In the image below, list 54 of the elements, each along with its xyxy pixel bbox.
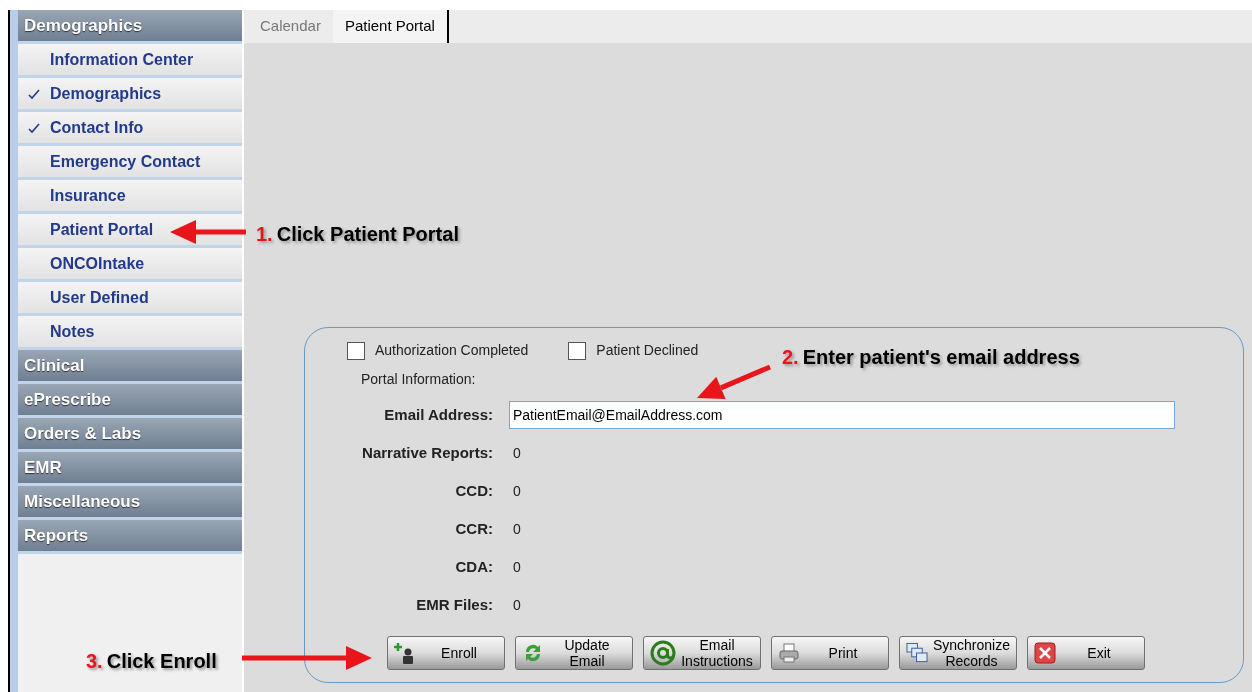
action-button[interactable]: Synchronize Records xyxy=(899,636,1017,670)
windows-icon xyxy=(906,642,929,664)
field-label: CCD: xyxy=(454,480,493,501)
sidebar-item-label: Patient Portal xyxy=(50,219,154,240)
step-number: 1. xyxy=(256,222,273,247)
field-label: Narrative Reports: xyxy=(361,442,493,463)
action-button[interactable]: Print xyxy=(771,636,889,670)
checkbox-label: Patient Declined xyxy=(596,341,699,360)
sidebar-item-label: Insurance xyxy=(50,185,126,206)
close-icon xyxy=(1034,642,1056,664)
sidebar-item[interactable]: Insurance xyxy=(18,180,242,214)
field-value: 0 xyxy=(513,595,521,615)
tab[interactable]: Calendar xyxy=(248,10,333,43)
field-label: EMR Files: xyxy=(415,594,493,615)
action-button[interactable]: Enroll xyxy=(387,636,505,670)
sidebar-item[interactable]: Patient Portal xyxy=(18,214,242,248)
callout-text: Enter patient's email address xyxy=(802,345,1080,370)
sidebar-item[interactable]: Contact Info xyxy=(18,112,242,146)
callout-text: Click Enroll xyxy=(106,649,217,674)
field-label: CDA: xyxy=(454,556,493,577)
field-value: 0 xyxy=(513,481,521,501)
sidebar-item-label: Information Center xyxy=(50,49,194,70)
person-add-icon xyxy=(394,642,416,664)
action-button[interactable]: Exit xyxy=(1027,636,1145,670)
checkbox[interactable] xyxy=(568,341,587,360)
sidebar-item[interactable]: Demographics xyxy=(18,78,242,112)
action-button[interactable]: Update Email xyxy=(515,636,633,670)
at-sign-icon xyxy=(650,640,676,666)
checkbox-label: Authorization Completed xyxy=(375,341,529,360)
section-label: Portal Information: xyxy=(361,370,476,389)
field-value: 0 xyxy=(513,519,521,539)
sidebar-item[interactable]: ONCOIntake xyxy=(18,248,242,282)
field-label: Email Address: xyxy=(383,404,493,425)
sidebar-item-label: Notes xyxy=(50,321,95,342)
sidebar-item-label: Contact Info xyxy=(50,117,144,138)
sidebar-item[interactable]: Emergency Contact xyxy=(18,146,242,180)
sidebar-item-label: User Defined xyxy=(50,287,149,308)
sidebar-item[interactable]: User Defined xyxy=(18,282,242,316)
checkbox[interactable] xyxy=(347,341,365,360)
sidebar-item-label: Emergency Contact xyxy=(50,151,201,172)
email-input[interactable]: PatientEmail@EmailAddress.com xyxy=(509,401,1175,429)
printer-icon xyxy=(778,642,800,664)
field-label: CCR: xyxy=(454,518,493,539)
step-number: 3. xyxy=(86,649,103,674)
tab[interactable]: Patient Portal xyxy=(332,10,449,43)
callout-text: Click Patient Portal xyxy=(276,222,459,247)
sidebar-item-label: Demographics xyxy=(50,83,162,104)
field-value: 0 xyxy=(513,443,521,463)
sidebar-item-label: ONCOIntake xyxy=(50,253,145,274)
action-button[interactable]: Email Instructions xyxy=(643,636,761,670)
sidebar-item[interactable]: Notes xyxy=(18,316,242,350)
field-value: 0 xyxy=(513,557,521,577)
sidebar-item[interactable]: Information Center xyxy=(18,44,242,78)
step-number: 2. xyxy=(782,345,799,370)
